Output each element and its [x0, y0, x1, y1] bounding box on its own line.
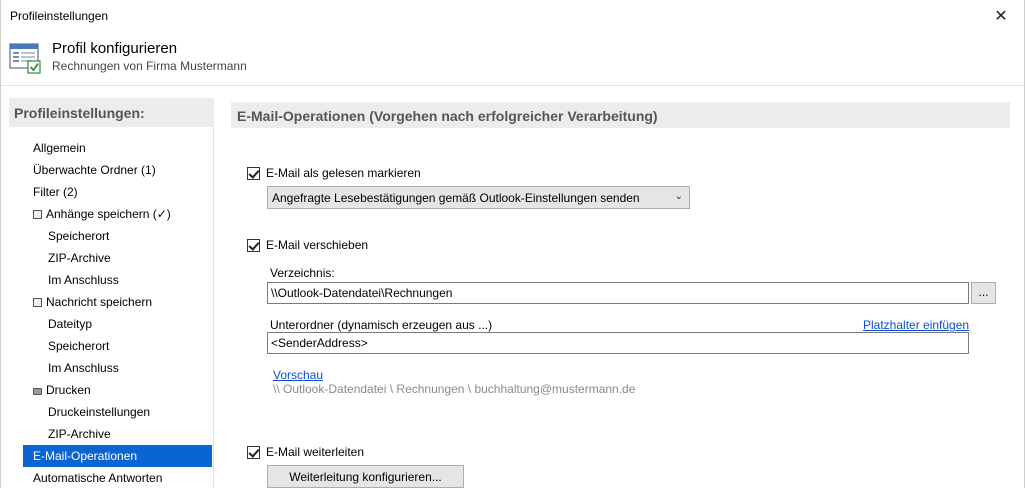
- window-title: Profileinstellungen: [10, 9, 109, 23]
- profile-settings-icon: [9, 43, 41, 74]
- browse-button[interactable]: ...: [971, 282, 996, 304]
- section-title: E-Mail-Operationen (Vorgehen nach erfolg…: [231, 102, 1010, 128]
- sidebar-item-im-anschluss-2[interactable]: Im Anschluss: [38, 357, 212, 379]
- subfolder-input[interactable]: <SenderAddress>: [267, 332, 969, 354]
- sidebar-item-im-anschluss[interactable]: Im Anschluss: [38, 269, 212, 291]
- close-icon[interactable]: ✕: [978, 0, 1024, 31]
- sidebar-item-label: Anhänge speichern (✓): [46, 207, 171, 221]
- sidebar-item-label: Überwachte Ordner (1): [33, 163, 156, 177]
- forward-checkbox[interactable]: [247, 445, 260, 459]
- sidebar-item-label: Filter (2): [33, 185, 78, 199]
- read-receipt-select-value: Angefragte Lesebestätigungen gemäß Outlo…: [272, 191, 640, 205]
- directory-value: \\Outlook-Datendatei\Rechnungen: [271, 286, 453, 300]
- move-label: E-Mail verschieben: [266, 238, 369, 252]
- chevron-down-icon: ⌄: [674, 191, 683, 202]
- profile-settings-window: Profileinstellungen ✕ Profil konfigurier…: [0, 0, 1025, 488]
- sidebar-item-allgemein[interactable]: Allgemein: [23, 137, 212, 159]
- sidebar-item-ueberwachte-ordner[interactable]: Überwachte Ordner (1): [23, 159, 212, 181]
- insert-placeholder-link[interactable]: Platzhalter einfügen: [863, 318, 969, 332]
- save-icon: [33, 210, 42, 219]
- subfolder-value: <SenderAddress>: [271, 336, 368, 350]
- sidebar-item-druckeinstellungen[interactable]: Druckeinstellungen: [38, 401, 212, 423]
- sidebar-item-speicherort-2[interactable]: Speicherort: [38, 335, 212, 357]
- directory-input[interactable]: \\Outlook-Datendatei\Rechnungen: [267, 282, 969, 304]
- save-icon: [33, 298, 42, 307]
- sidebar-item-zip-archive-2[interactable]: ZIP-Archive: [38, 423, 212, 445]
- sidebar-item-speicherort[interactable]: Speicherort: [38, 225, 212, 247]
- forward-checkbox-row[interactable]: E-Mail weiterleiten: [247, 445, 364, 459]
- sidebar-item-label: Im Anschluss: [48, 273, 119, 287]
- sidebar-title: Profileinstellungen:: [9, 98, 214, 127]
- sidebar-item-email-operationen[interactable]: E-Mail-Operationen: [23, 445, 212, 467]
- sidebar-item-drucken[interactable]: Drucken: [23, 379, 212, 401]
- sidebar-item-label: E-Mail-Operationen: [33, 449, 138, 463]
- sidebar-item-automatische-antworten[interactable]: Automatische Antworten: [23, 467, 212, 488]
- forward-label: E-Mail weiterleiten: [266, 445, 365, 459]
- sidebar-item-label: Dateityp: [48, 317, 93, 331]
- preview-path: \\ Outlook-Datendatei \ Rechnungen \ buc…: [273, 382, 636, 396]
- sidebar-item-label: Drucken: [46, 383, 91, 397]
- sidebar-item-label: Nachricht speichern: [46, 295, 153, 309]
- sidebar-item-anhaenge-speichern[interactable]: Anhänge speichern (✓): [23, 203, 212, 225]
- header-divider: [1, 85, 1024, 86]
- sidebar-item-filter[interactable]: Filter (2): [23, 181, 212, 203]
- sidebar-item-dateityp[interactable]: Dateityp: [38, 313, 212, 335]
- sidebar-item-label: Im Anschluss: [48, 361, 119, 375]
- mark-read-label: E-Mail als gelesen markieren: [266, 166, 421, 180]
- dialog-title: Profil konfigurieren: [52, 40, 178, 57]
- sidebar-item-label: Allgemein: [33, 141, 86, 155]
- mark-read-checkbox[interactable]: [247, 166, 260, 180]
- sidebar-item-zip-archive[interactable]: ZIP-Archive: [38, 247, 212, 269]
- sidebar-item-label: Speicherort: [48, 229, 110, 243]
- title-bar: Profileinstellungen ✕: [1, 0, 1024, 31]
- sidebar-item-label: ZIP-Archive: [48, 427, 111, 441]
- move-checkbox-row[interactable]: E-Mail verschieben: [247, 238, 368, 252]
- subfolder-label: Unterordner (dynamisch erzeugen aus ...): [270, 318, 493, 332]
- sidebar-item-nachricht-speichern[interactable]: Nachricht speichern: [23, 291, 212, 313]
- dialog-header: Profil konfigurieren Rechnungen von Firm…: [1, 31, 1024, 85]
- sidebar-item-label: Speicherort: [48, 339, 110, 353]
- printer-icon: [33, 388, 42, 395]
- sidebar-item-label: ZIP-Archive: [48, 251, 111, 265]
- mark-read-checkbox-row[interactable]: E-Mail als gelesen markieren: [247, 166, 421, 180]
- settings-sidebar: Profileinstellungen: Allgemein Überwacht…: [9, 98, 214, 488]
- preview-link[interactable]: Vorschau: [273, 368, 323, 382]
- sidebar-item-label: Automatische Antworten: [33, 471, 163, 485]
- sidebar-item-label: Druckeinstellungen: [48, 405, 151, 419]
- configure-forwarding-button[interactable]: Weiterleitung konfigurieren...: [267, 465, 464, 488]
- move-checkbox[interactable]: [247, 238, 260, 252]
- content-panel: E-Mail-Operationen (Vorgehen nach erfolg…: [223, 98, 1025, 488]
- read-receipt-select[interactable]: Angefragte Lesebestätigungen gemäß Outlo…: [267, 186, 690, 209]
- dialog-subtitle: Rechnungen von Firma Mustermann: [52, 59, 247, 73]
- directory-label: Verzeichnis:: [270, 266, 335, 280]
